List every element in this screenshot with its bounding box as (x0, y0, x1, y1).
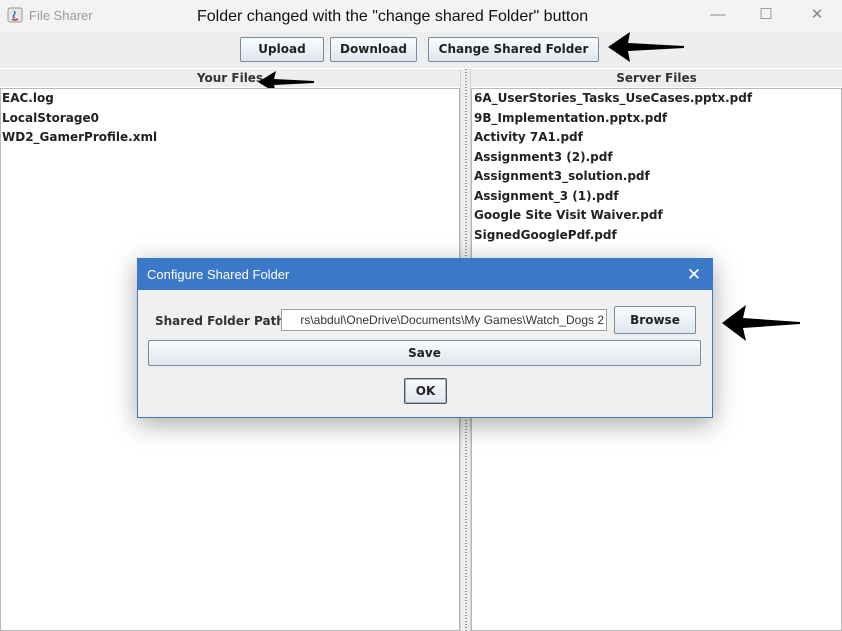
list-item[interactable]: WD2_GamerProfile.xml (1, 128, 459, 148)
java-app-icon (7, 7, 23, 23)
dialog-title: Configure Shared Folder (147, 267, 290, 282)
your-files-header: Your Files (0, 69, 460, 87)
arrow-left-icon (722, 305, 800, 341)
list-item[interactable]: 9B_Implementation.pptx.pdf (472, 109, 841, 129)
maximize-button[interactable]: ☐ (743, 4, 789, 28)
shared-folder-path-label: Shared Folder Path: (155, 314, 290, 328)
dialog-title-bar: Configure Shared Folder ✕ (138, 259, 712, 290)
upload-button[interactable]: Upload (240, 37, 324, 62)
dialog-close-icon[interactable]: ✕ (686, 265, 702, 285)
list-item[interactable]: EAC.log (1, 89, 459, 109)
list-item[interactable]: Google Site Visit Waiver.pdf (472, 206, 841, 226)
annotation-caption: Folder changed with the "change shared F… (197, 8, 589, 25)
list-item[interactable]: SignedGooglePdf.pdf (472, 226, 841, 246)
list-item[interactable]: Assignment_3 (1).pdf (472, 187, 841, 207)
shared-folder-path-field[interactable]: rs\abdul\OneDrive\Documents\My Games\Wat… (281, 309, 607, 331)
change-shared-folder-button[interactable]: Change Shared Folder (428, 37, 599, 62)
arrow-left-icon (608, 32, 684, 62)
title-bar: File Sharer Folder changed with the "cha… (0, 0, 842, 32)
list-item[interactable]: LocalStorage0 (1, 109, 459, 129)
browse-button[interactable]: Browse (614, 306, 696, 334)
download-button[interactable]: Download (330, 37, 417, 62)
list-item[interactable]: Assignment3 (2).pdf (472, 148, 841, 168)
close-window-button[interactable]: ✕ (794, 4, 840, 28)
configure-shared-folder-dialog: Configure Shared Folder ✕ Shared Folder … (137, 258, 713, 418)
list-item[interactable]: Activity 7A1.pdf (472, 128, 841, 148)
list-item[interactable]: 6A_UserStories_Tasks_UseCases.pptx.pdf (472, 89, 841, 109)
save-button[interactable]: Save (148, 340, 701, 366)
server-files-header: Server Files (471, 69, 842, 87)
window-title: File Sharer (29, 8, 93, 23)
minimize-button[interactable]: — (695, 4, 741, 28)
list-item[interactable]: Assignment3_solution.pdf (472, 167, 841, 187)
ok-button[interactable]: OK (404, 378, 447, 404)
toolbar: Upload Download Change Shared Folder (0, 32, 842, 68)
